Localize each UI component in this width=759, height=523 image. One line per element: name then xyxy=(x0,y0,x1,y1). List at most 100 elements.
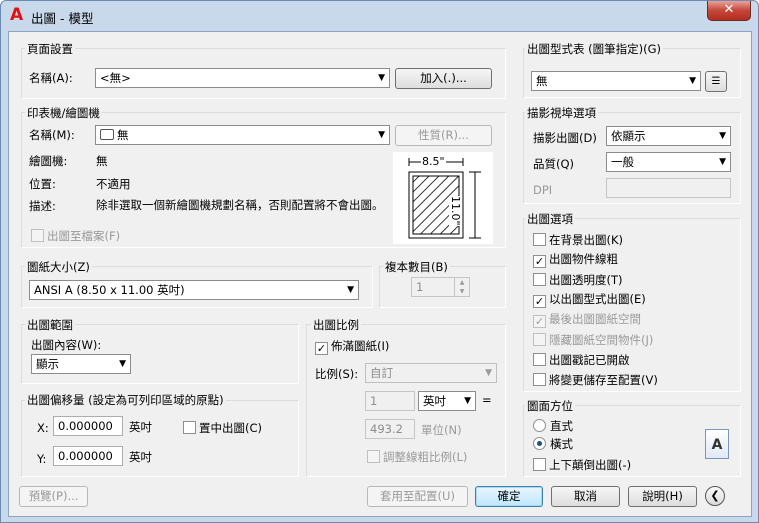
plot-option-label: 出圖透明度(T) xyxy=(549,273,623,287)
scale-value1-input[interactable]: 1 xyxy=(365,391,415,411)
plot-style-title: 出圖型式表 (圖筆指定)(G) xyxy=(525,41,664,57)
copies-spinner[interactable]: 1 ▲ ▼ xyxy=(411,277,470,297)
scale-value: 自訂 xyxy=(370,366,393,380)
chevron-down-icon: ▼ xyxy=(464,396,471,406)
plot-option-label: 隱藏圖紙空間物件(J) xyxy=(549,333,654,347)
close-button[interactable]: ✕ xyxy=(707,1,751,21)
offset-y-input[interactable]: 0.000000 xyxy=(53,446,123,466)
portrait-radio[interactable]: 直式 xyxy=(533,419,573,433)
scale-value2-input[interactable]: 493.2 xyxy=(365,419,415,439)
plot-option-label: 以出圖型式出圖(E) xyxy=(549,292,646,306)
help-button[interactable]: 說明(H) xyxy=(628,486,697,507)
quality-label: 品質(Q) xyxy=(533,157,575,171)
offset-y-unit: 英吋 xyxy=(129,450,152,464)
plot-style-value: 無 xyxy=(536,74,548,88)
landscape-radio[interactable]: 橫式 xyxy=(533,437,573,451)
offset-x-input[interactable]: 0.000000 xyxy=(53,416,123,436)
quality-value: 一般 xyxy=(611,155,634,169)
orientation-title: 圖面方位 xyxy=(525,398,575,414)
offset-x-unit: 英吋 xyxy=(129,420,152,434)
shaded-viewport-title: 描影視埠選項 xyxy=(525,105,598,121)
add-page-setup-button[interactable]: 加入(.)... xyxy=(395,68,492,89)
orientation-page-icon: A xyxy=(705,429,729,459)
plot-option-checkbox[interactable]: 隱藏圖紙空間物件(J) xyxy=(533,333,653,347)
plotter-value: 無 xyxy=(96,154,108,168)
scale-unit-value: 英吋 xyxy=(423,394,446,408)
portrait-label: 直式 xyxy=(550,419,573,433)
scale-lineweights-label: 調整線粗比例(L) xyxy=(383,450,468,464)
scale-label: 比例(S): xyxy=(315,367,359,381)
scale-unit-combo[interactable]: 英吋 ▼ xyxy=(418,391,476,411)
upside-down-checkbox[interactable]: 上下顛倒出圖(-) xyxy=(533,458,631,472)
window-title: 出圖 - 模型 xyxy=(31,11,94,26)
landscape-label: 橫式 xyxy=(550,437,573,451)
shade-plot-label: 描影出圖(D) xyxy=(533,131,597,145)
paper-height-label: 11.0" xyxy=(449,196,462,226)
quality-combo[interactable]: 一般 ▼ xyxy=(606,152,731,172)
plot-option-checkbox[interactable]: 出圖透明度(T) xyxy=(533,273,623,287)
shade-plot-combo[interactable]: 依顯示 ▼ xyxy=(606,126,731,146)
dpi-input[interactable] xyxy=(606,178,731,198)
plot-to-file-checkbox[interactable]: 出圖至檔案(F) xyxy=(31,229,120,243)
checkmark-icon: ✓ xyxy=(533,255,546,268)
plotter-label: 繪圖機: xyxy=(29,154,68,168)
chevron-down-icon: ▼ xyxy=(719,131,726,141)
apply-to-layout-button[interactable]: 套用至配置(U) xyxy=(367,486,468,507)
what-to-plot-combo[interactable]: 顯示 ▼ xyxy=(31,354,131,374)
location-value: 不適用 xyxy=(96,177,131,191)
preview-button[interactable]: 預覽(P)... xyxy=(19,486,88,507)
scale-units-label: 單位(N) xyxy=(421,423,462,437)
plot-offset-title: 出圖偏移量 (設定為可列印區域的原點) xyxy=(25,392,226,408)
ok-button[interactable]: 確定 xyxy=(475,486,543,507)
plot-options-title: 出圖選項 xyxy=(525,211,575,227)
plot-option-checkbox[interactable]: ✓ 出圖物件線粗 xyxy=(533,253,618,268)
checkmark-icon: ✓ xyxy=(533,295,546,308)
title-bar: A 出圖 - 模型 ✕ xyxy=(1,1,758,31)
scale-equals: = xyxy=(482,393,492,407)
plot-style-combo[interactable]: 無 ▼ xyxy=(531,71,701,91)
center-plot-checkbox[interactable]: 置中出圖(C) xyxy=(183,421,262,435)
collapse-button[interactable]: ❮ xyxy=(705,486,725,506)
page-setup-name-label: 名稱(A): xyxy=(29,71,73,85)
plot-option-checkbox[interactable]: ✓ 以出圖型式出圖(E) xyxy=(533,293,646,308)
spin-down-icon[interactable]: ▼ xyxy=(454,287,469,296)
cancel-button[interactable]: 取消 xyxy=(551,486,620,507)
plot-option-label: 在背景出圖(K) xyxy=(549,233,624,247)
checkbox-box xyxy=(533,333,546,346)
what-to-plot-value: 顯示 xyxy=(36,357,59,371)
plot-to-file-label: 出圖至檔案(F) xyxy=(47,229,121,243)
edit-plot-style-button[interactable]: ☰ xyxy=(705,71,727,92)
fit-to-paper-checkbox[interactable]: ✓ 佈滿圖紙(I) xyxy=(315,340,389,355)
dpi-label: DPI xyxy=(533,183,553,197)
fit-to-paper-label: 佈滿圖紙(I) xyxy=(331,339,390,353)
plot-option-checkbox[interactable]: ✓ 最後出圖圖紙空間 xyxy=(533,313,641,328)
plot-option-checkbox[interactable]: 出圖戳記已開啟 xyxy=(533,353,630,367)
printer-properties-button[interactable]: 性質(R)... xyxy=(395,125,492,146)
plot-option-checkbox[interactable]: 在背景出圖(K) xyxy=(533,233,623,247)
chevron-down-icon: ▼ xyxy=(485,368,492,378)
page-setup-name-combo[interactable]: <無> ▼ xyxy=(95,68,390,88)
chevron-down-icon: ▼ xyxy=(119,359,126,369)
upside-down-label: 上下顛倒出圖(-) xyxy=(549,458,632,472)
printer-name-value: 無 xyxy=(117,128,129,142)
plot-option-label: 出圖戳記已開啟 xyxy=(549,353,630,367)
page-setup-name-value: <無> xyxy=(100,71,131,85)
printer-name-combo[interactable]: 無 ▼ xyxy=(95,125,390,145)
spin-up-icon[interactable]: ▲ xyxy=(454,278,469,287)
description-label: 描述: xyxy=(29,199,56,213)
chevron-down-icon: ▼ xyxy=(378,73,385,83)
plot-area-title: 出圖範圍 xyxy=(25,317,75,333)
offset-y-label: Y: xyxy=(37,452,47,466)
copies-value: 1 xyxy=(416,280,424,294)
what-to-plot-label: 出圖內容(W): xyxy=(31,338,102,352)
location-label: 位置: xyxy=(29,177,56,191)
description-value: 除非選取一個新繪圖機規劃名稱，否則配置將不會出圖。 xyxy=(96,198,384,212)
scale-lineweights-checkbox[interactable]: 調整線粗比例(L) xyxy=(367,450,467,464)
paper-size-title: 圖紙大小(Z) xyxy=(25,259,92,275)
paper-size-combo[interactable]: ANSI A (8.50 x 11.00 英吋) ▼ xyxy=(29,280,359,300)
scale-combo[interactable]: 自訂 ▼ xyxy=(365,363,497,383)
plot-option-checkbox[interactable]: 將變更儲存至配置(V) xyxy=(533,373,658,387)
chevron-down-icon: ▼ xyxy=(719,157,726,167)
paper-size-value: ANSI A (8.50 x 11.00 英吋) xyxy=(34,283,185,297)
chevron-down-icon: ▼ xyxy=(378,130,385,140)
